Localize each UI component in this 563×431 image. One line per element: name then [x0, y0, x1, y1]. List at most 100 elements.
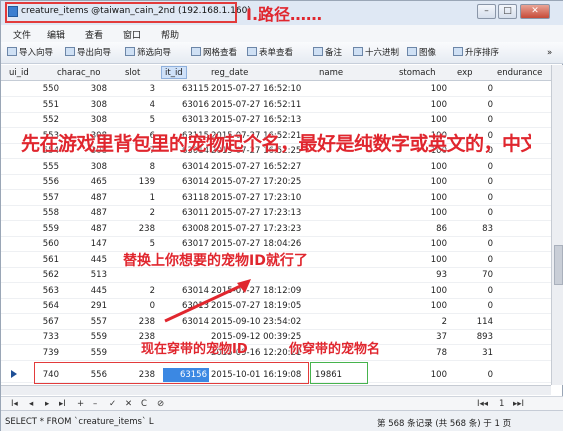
cell-reg-date[interactable]: 2015-07-27 18:04:26 — [211, 239, 311, 249]
cell-ui-id[interactable]: 551 — [35, 100, 59, 110]
cell-stomach[interactable]: 78 — [401, 348, 447, 358]
memo-button[interactable]: 备注 — [313, 46, 342, 60]
first-record-button[interactable]: I◂ — [11, 399, 18, 409]
cell-ui-id[interactable]: 552 — [35, 115, 59, 125]
cell-stomach[interactable]: 100 — [401, 115, 447, 125]
menu-edit[interactable]: 编辑 — [47, 28, 65, 41]
cell-stomach[interactable]: 100 — [401, 286, 447, 296]
cell-stomach[interactable]: 100 — [401, 84, 447, 94]
cell-ui-id[interactable]: 739 — [35, 348, 59, 358]
cell-stomach[interactable]: 100 — [401, 162, 447, 172]
cell-exp[interactable]: 0 — [453, 286, 493, 296]
cell-exp[interactable]: 0 — [453, 100, 493, 110]
horizontal-scrollbar[interactable] — [1, 385, 551, 395]
cell-charac-no[interactable]: 308 — [83, 100, 107, 110]
col-stomach[interactable]: stomach — [399, 68, 436, 78]
page-number[interactable]: 1 — [499, 399, 504, 409]
cell-charac-no[interactable]: 308 — [83, 162, 107, 172]
col-exp[interactable]: exp — [457, 68, 473, 78]
table-row[interactable]: 567 557 238 63014 2015-09-10 23:54:02 2 114 — [1, 315, 551, 330]
grid-view-button[interactable]: 网格查看 — [191, 46, 237, 60]
table-row[interactable]: 559 487 238 63008 2015-07-27 17:23:23 86 83 — [1, 222, 551, 237]
cell-stomach[interactable]: 37 — [401, 332, 447, 342]
col-it-id[interactable]: it_id — [161, 66, 187, 79]
cell-charac-no[interactable]: 465 — [83, 177, 107, 187]
last-page-button[interactable]: ▸▸I — [513, 399, 524, 409]
cell-stomach[interactable]: 100 — [401, 100, 447, 110]
hex-button[interactable]: 十六进制 — [353, 46, 399, 60]
cell-charac-no[interactable]: 147 — [83, 239, 107, 249]
table-row[interactable]: 555 308 8 63014 2015-07-27 16:52:27 100 0 — [1, 160, 551, 175]
cell-exp[interactable]: 83 — [453, 224, 493, 234]
table-row[interactable]: 552 308 5 63013 2015-07-27 16:52:13 100 0 — [1, 113, 551, 128]
table-row[interactable]: 558 487 2 63011 2015-07-27 17:23:13 100 0 — [1, 206, 551, 221]
delete-record-button[interactable]: – — [93, 399, 97, 409]
cell-exp[interactable]: 0 — [453, 177, 493, 187]
cell-charac-no[interactable]: 308 — [83, 115, 107, 125]
cell-ui-id[interactable]: 561 — [35, 255, 59, 265]
cell-it-id[interactable]: 63014 — [163, 177, 209, 187]
table-row[interactable]: 562 513 93 70 — [1, 268, 551, 283]
cell-charac-no[interactable]: 487 — [83, 193, 107, 203]
vertical-scrollbar[interactable] — [551, 65, 563, 385]
cell-slot[interactable]: 8 — [131, 162, 155, 172]
cell-stomach[interactable]: 2 — [401, 317, 447, 327]
cell-reg-date[interactable]: 2015-07-27 17:23:13 — [211, 208, 311, 218]
cell-it-id[interactable]: 63013 — [163, 115, 209, 125]
table-row[interactable]: 739 559 2015-09-16 12:20:21 78 31 — [1, 346, 551, 361]
cell-exp[interactable]: 0 — [453, 193, 493, 203]
form-view-button[interactable]: 表单查看 — [247, 46, 293, 60]
table-row[interactable]: 563 445 2 63014 2015-07-27 18:12:09 100 0 — [1, 284, 551, 299]
vertical-scroll-thumb[interactable] — [554, 245, 563, 285]
cell-it-id[interactable]: 63011 — [163, 208, 209, 218]
cell-charac-no[interactable]: 559 — [83, 348, 107, 358]
minimize-button[interactable]: – — [477, 4, 496, 19]
last-record-button[interactable]: ▸I — [59, 399, 66, 409]
cell-it-id[interactable]: 63008 — [163, 224, 209, 234]
col-slot[interactable]: slot — [125, 68, 140, 78]
menu-file[interactable]: 文件 — [13, 28, 31, 41]
cell-stomach[interactable]: 100 — [401, 239, 447, 249]
cell-charac-no[interactable]: 513 — [83, 270, 107, 280]
menu-view[interactable]: 查看 — [85, 28, 103, 41]
table-row[interactable]: 556 465 139 63014 2015-07-27 17:20:25 100 0 — [1, 175, 551, 190]
cancel-edit-button[interactable]: ✕ — [125, 399, 132, 409]
col-charac-no[interactable]: charac_no — [57, 68, 100, 78]
cell-reg-date[interactable]: 2015-07-27 16:52:27 — [211, 162, 311, 172]
cell-it-id[interactable]: 63016 — [163, 100, 209, 110]
cell-ui-id[interactable]: 562 — [35, 270, 59, 280]
cell-reg-date[interactable]: 2015-07-27 17:20:25 — [211, 177, 311, 187]
cell-ui-id[interactable]: 559 — [35, 224, 59, 234]
cell-slot[interactable]: 139 — [131, 177, 155, 187]
cell-charac-no[interactable]: 308 — [83, 84, 107, 94]
cell-stomach[interactable]: 100 — [401, 255, 447, 265]
cell-charac-no[interactable]: 487 — [83, 208, 107, 218]
export-wizard-button[interactable]: 导出向导 — [65, 46, 111, 60]
table-row[interactable]: 551 308 4 63016 2015-07-27 16:52:11 100 0 — [1, 98, 551, 113]
maximize-button[interactable]: □ — [498, 4, 517, 19]
cell-stomach[interactable]: 100 — [401, 370, 447, 380]
cell-exp[interactable]: 0 — [453, 301, 493, 311]
menu-help[interactable]: 帮助 — [161, 28, 179, 41]
toolbar-overflow-button[interactable]: » — [547, 46, 552, 60]
table-row[interactable]: 733 559 238 2015-09-12 00:39:25 37 893 — [1, 330, 551, 345]
cell-exp[interactable]: 0 — [453, 84, 493, 94]
cell-charac-no[interactable]: 557 — [83, 317, 107, 327]
cell-reg-date[interactable]: 2015-07-27 16:52:11 — [211, 100, 311, 110]
add-record-button[interactable]: + — [77, 399, 84, 409]
cell-charac-no[interactable]: 559 — [83, 332, 107, 342]
cell-stomach[interactable]: 93 — [401, 270, 447, 280]
cell-charac-no[interactable]: 445 — [83, 286, 107, 296]
table-row[interactable]: 557 487 1 63118 2015-07-27 17:23:10 100 0 — [1, 191, 551, 206]
cell-exp[interactable]: 0 — [453, 370, 493, 380]
menu-window[interactable]: 窗口 — [123, 28, 141, 41]
cell-reg-date[interactable]: 2015-07-27 17:23:10 — [211, 193, 311, 203]
cell-slot[interactable]: 5 — [131, 239, 155, 249]
cell-ui-id[interactable]: 557 — [35, 193, 59, 203]
cell-reg-date[interactable]: 2015-07-27 16:52:13 — [211, 115, 311, 125]
cell-stomach[interactable]: 100 — [401, 177, 447, 187]
cell-slot[interactable]: 3 — [131, 84, 155, 94]
cell-ui-id[interactable]: 556 — [35, 177, 59, 187]
cell-ui-id[interactable]: 564 — [35, 301, 59, 311]
cell-ui-id[interactable]: 563 — [35, 286, 59, 296]
